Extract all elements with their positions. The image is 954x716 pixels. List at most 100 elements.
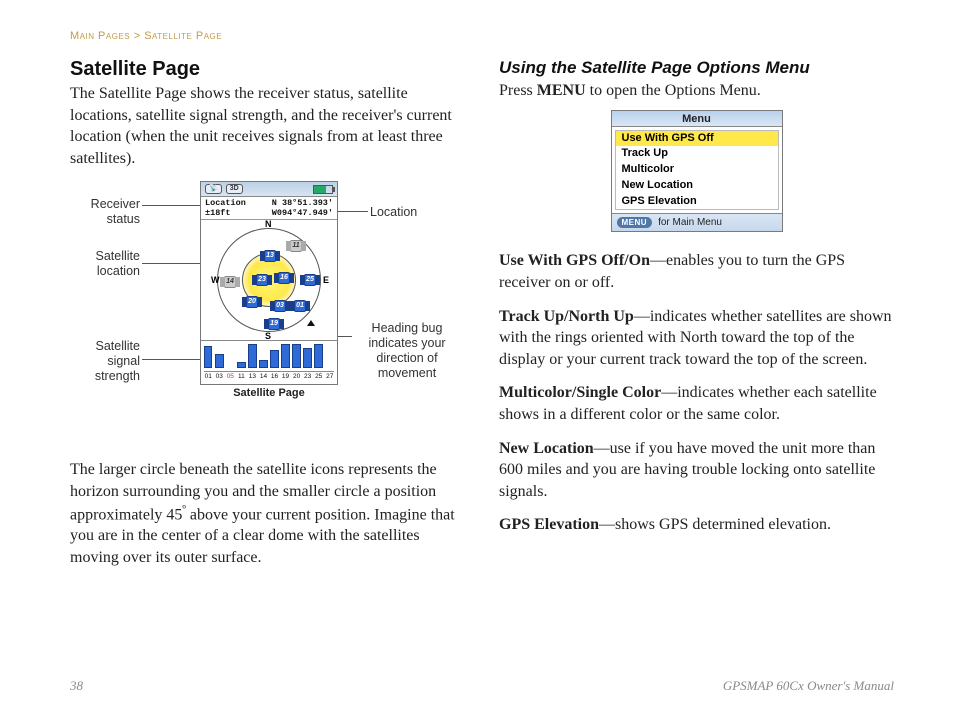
sat-prn: 14: [224, 276, 236, 288]
signal-bar-label: 20: [293, 373, 300, 380]
annot-line: [142, 205, 200, 206]
satellite-icon: 13: [261, 250, 279, 262]
sat-prn: 25: [304, 274, 316, 286]
page-title: Satellite Page: [70, 58, 465, 81]
device-location-readout: Location ±18ft N 38°51.393' W094°47.949': [201, 197, 337, 220]
signal-bar-label: 05: [227, 373, 234, 380]
opt-newloc-label: New Location: [499, 440, 594, 457]
battery-icon: [313, 185, 333, 194]
manual-name: GPSMAP 60Cx Owner's Manual: [723, 678, 894, 694]
signal-bar: 23: [303, 343, 311, 380]
annot-receiver-status: Receiver status: [70, 197, 140, 227]
breadcrumb-sep: >: [134, 30, 141, 42]
signal-bar: 11: [237, 343, 245, 380]
signal-bar: 20: [292, 343, 300, 380]
opt-elev: GPS Elevation—shows GPS determined eleva…: [499, 514, 894, 536]
annot-satellite-location: Satellite location: [70, 249, 140, 279]
annot-signal-strength: Satellite signal strength: [70, 339, 140, 384]
device-screen: 📡 3D Location ±18ft N 38°51.393' W: [200, 181, 338, 399]
signal-bar-label: 23: [304, 373, 311, 380]
signal-bar-label: 19: [282, 373, 289, 380]
satellite-icon: 19: [265, 318, 283, 330]
device-top-bar: 📡 3D: [201, 182, 337, 197]
signal-bar-label: 13: [249, 373, 256, 380]
status-3d-badge: 3D: [226, 184, 243, 194]
horizon-paragraph: The larger circle beneath the satellite …: [70, 459, 465, 568]
breadcrumb-a: Main Pages: [70, 30, 130, 42]
satellite-icon: 16: [275, 272, 293, 284]
menu-list: Use With GPS Off Track Up Multicolor New…: [615, 130, 779, 211]
signal-bars: 01 03 05 11 13 14 16 19 20 23 25 27: [201, 340, 337, 384]
satellite-icon: 20: [243, 296, 261, 308]
satellite-icon: 01: [291, 300, 309, 312]
signal-bar-label: 01: [205, 373, 212, 380]
signal-bar-label: 16: [271, 373, 278, 380]
menu-item-new-location[interactable]: New Location: [616, 178, 778, 194]
sat-prn: 11: [290, 240, 302, 252]
signal-bar: 01: [204, 343, 212, 380]
options-menu-figure: Menu Use With GPS Off Track Up Multicolo…: [611, 110, 783, 233]
sat-icon: 📡: [205, 184, 222, 194]
signal-bar: 27: [326, 343, 334, 380]
press-c: to open the Options Menu.: [586, 82, 761, 99]
page: Main Pages > Satellite Page Satellite Pa…: [0, 0, 954, 716]
cardinal-e: E: [323, 275, 329, 285]
menu-item-track-up[interactable]: Track Up: [616, 146, 778, 162]
press-menu-key: MENU: [537, 82, 586, 99]
press-menu-line: Press MENU to open the Options Menu.: [499, 80, 894, 102]
sky-view: N E S W 13 11 23 16 25 20 03 0: [201, 220, 337, 340]
opt-gps: Use With GPS Off/On—enables you to turn …: [499, 250, 894, 293]
menu-item-multicolor[interactable]: Multicolor: [616, 162, 778, 178]
sat-prn: 01: [294, 300, 306, 312]
opt-track-label: Track Up/North Up: [499, 308, 634, 325]
sat-prn: 23: [256, 274, 268, 286]
sat-prn: 19: [268, 318, 280, 330]
satellite-figure: Receiver status Satellite location Satel…: [70, 181, 465, 445]
annot-location: Location: [370, 205, 450, 220]
menu-footer-text: for Main Menu: [658, 217, 722, 228]
menu-item-gps-elevation[interactable]: GPS Elevation: [616, 194, 778, 210]
sat-prn: 16: [278, 272, 290, 284]
location-accuracy: ±18ft: [205, 209, 246, 218]
menu-key-badge: MENU: [617, 217, 653, 228]
cardinal-n: N: [265, 219, 272, 229]
opt-newloc: New Location—use if you have moved the u…: [499, 438, 894, 503]
left-column: Satellite Page The Satellite Page shows …: [70, 52, 465, 581]
breadcrumb: Main Pages > Satellite Page: [70, 30, 894, 42]
satellite-icon: 11: [287, 240, 305, 252]
opt-elev-label: GPS Elevation: [499, 516, 599, 533]
signal-bar-label: 14: [260, 373, 267, 380]
signal-bar: 03: [215, 343, 223, 380]
location-lon: W094°47.949': [272, 209, 333, 218]
sat-prn: 13: [264, 250, 276, 262]
satellite-icon: 23: [253, 274, 271, 286]
menu-item-gps-off[interactable]: Use With GPS Off: [616, 131, 778, 147]
opt-track: Track Up/North Up—indicates whether sate…: [499, 306, 894, 371]
options-menu-title: Using the Satellite Page Options Menu: [499, 58, 894, 78]
opt-gps-label: Use With GPS Off/On: [499, 252, 650, 269]
device-shell: 📡 3D Location ±18ft N 38°51.393' W: [200, 181, 338, 385]
signal-bar-label: 03: [216, 373, 223, 380]
opt-elev-text: —shows GPS determined elevation.: [599, 516, 831, 533]
heading-bug-icon: [307, 320, 315, 326]
signal-bar-label: 25: [315, 373, 322, 380]
annot-line: [338, 211, 368, 212]
menu-title-bar: Menu: [612, 111, 782, 127]
menu-footer: MENU for Main Menu: [612, 213, 782, 231]
signal-bar-label: 27: [326, 373, 333, 380]
signal-bar: 25: [314, 343, 322, 380]
signal-bar: 16: [270, 343, 278, 380]
intro-paragraph: The Satellite Page shows the receiver st…: [70, 83, 465, 169]
signal-bar: 19: [281, 343, 289, 380]
satellite-icon: 14: [221, 276, 239, 288]
breadcrumb-b: Satellite Page: [144, 30, 222, 42]
opt-color: Multicolor/Single Color—indicates whethe…: [499, 382, 894, 425]
signal-bar: 05: [226, 343, 234, 380]
page-footer: 38 GPSMAP 60Cx Owner's Manual: [70, 678, 894, 694]
signal-bar-label: 11: [238, 373, 245, 380]
annot-line: [142, 359, 200, 360]
press-a: Press: [499, 82, 537, 99]
sat-prn: 03: [274, 300, 286, 312]
opt-color-label: Multicolor/Single Color: [499, 384, 661, 401]
satellite-icon: 03: [271, 300, 289, 312]
